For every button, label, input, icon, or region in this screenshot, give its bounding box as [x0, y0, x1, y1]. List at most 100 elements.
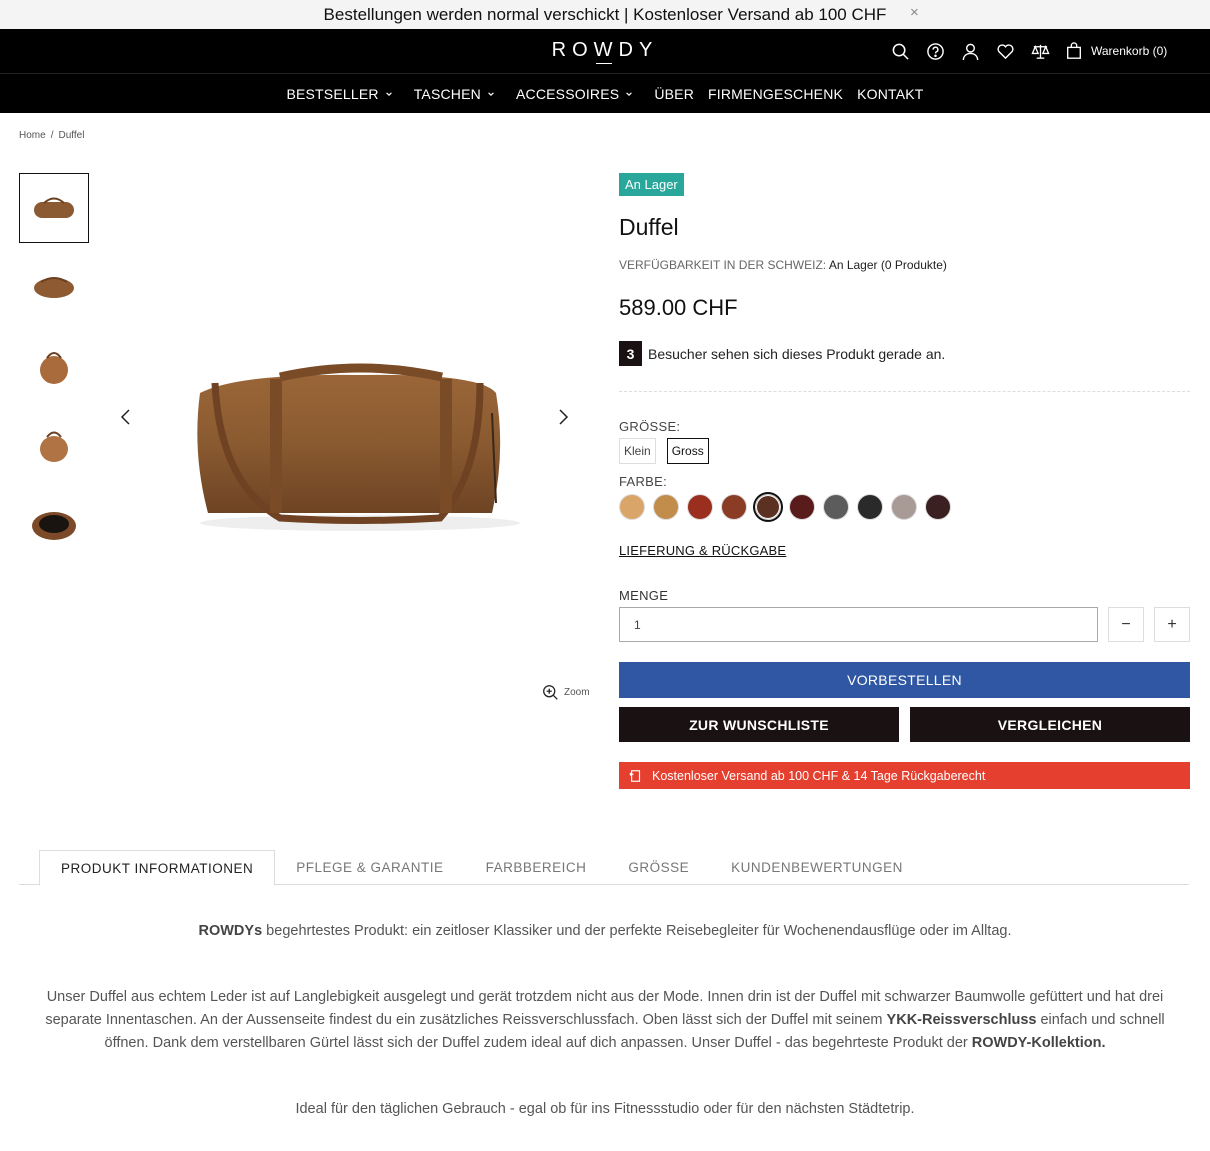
size-label: GRÖSSE: [619, 419, 681, 434]
tab-groesse[interactable]: GRÖSSE [607, 850, 710, 885]
cart-label: Warenkorb (0) [1091, 44, 1168, 58]
description-outro: Ideal für den täglichen Gebrauch - egal … [295, 1101, 915, 1117]
quantity-label: MENGE [619, 588, 669, 603]
compare-button[interactable]: VERGLEICHEN [910, 707, 1190, 742]
product-price: 589.00 CHF [619, 295, 738, 320]
nav-item-bestseller[interactable]: BESTSELLER [286, 86, 392, 102]
stock-badge: An Lager [619, 173, 684, 196]
size-option-gross[interactable]: Gross [666, 438, 709, 464]
availability-label: VERFÜGBARKEIT IN DER SCHWEIZ: [619, 258, 827, 272]
nav-item-kontakt[interactable]: KONTAKT [857, 86, 923, 102]
size-selector: Klein Gross [619, 438, 1190, 464]
description-main: Unser Duffel aus echtem Leder ist auf La… [19, 986, 1191, 1055]
close-icon[interactable]: × [910, 4, 919, 21]
availability-value: An Lager (0 Produkte) [828, 258, 947, 272]
chevron-down-icon [488, 91, 494, 96]
nav-item-accessoires[interactable]: ACCESSOIRES [516, 86, 633, 102]
return-icon [629, 769, 641, 782]
color-swatch-4[interactable] [721, 494, 747, 520]
thumbnail-list [19, 173, 89, 568]
intro-text: begehrtestes Produkt: ein zeitloser Klas… [262, 923, 1012, 939]
header-icons: Warenkorb (0) [890, 29, 1167, 73]
color-label: FARBE: [619, 474, 668, 489]
zoom-button[interactable]: Zoom [542, 684, 590, 701]
cart-button[interactable]: Warenkorb (0) [1065, 42, 1167, 60]
color-swatch-2[interactable] [653, 494, 679, 520]
nav-label: ACCESSOIRES [515, 85, 620, 102]
color-swatches [619, 494, 1190, 520]
chevron-down-icon [385, 91, 392, 96]
breadcrumb-current[interactable]: Duffel [58, 130, 84, 141]
logo-underline [596, 63, 612, 64]
thumbnail-1[interactable] [19, 173, 89, 243]
minus-button[interactable]: − [1108, 607, 1144, 642]
tab-farbbereich[interactable]: FARBBEREICH [465, 850, 608, 885]
breadcrumb: Home / Duffel [19, 130, 84, 141]
zoom-in-icon [543, 685, 558, 700]
announcement-text: Bestellungen werden normal verschickt | … [323, 4, 887, 24]
product-description: ROWDYs begehrtestes Produkt: ein zeitlos… [19, 920, 1191, 1151]
main-product-image[interactable]: Zoom [110, 173, 590, 700]
divider [619, 391, 1190, 392]
quantity-stepper: − + [619, 607, 1190, 642]
search-icon[interactable] [890, 41, 910, 61]
help-icon[interactable] [925, 41, 945, 61]
visitor-counter: 3 Besucher sehen sich dieses Produkt ger… [619, 341, 1190, 366]
duffel-bag-image [197, 363, 520, 531]
heart-icon[interactable] [995, 41, 1015, 61]
tab-kundenbewertungen[interactable]: KUNDENBEWERTUNGEN [710, 850, 924, 885]
product-tabs: PRODUKT INFORMATIONEN PFLEGE & GARANTIE … [19, 850, 1189, 886]
nav-label: TASCHEN [413, 85, 481, 102]
thumbnail-2[interactable] [19, 252, 89, 322]
brand-name: ROWDYs [198, 923, 263, 939]
shipping-text: Kostenloser Versand ab 100 CHF & 14 Tage… [652, 768, 986, 783]
color-swatch-1[interactable] [619, 494, 645, 520]
color-swatch-6[interactable] [789, 494, 815, 520]
announcement-bar: Bestellungen werden normal verschickt | … [0, 0, 1210, 29]
main-nav: BESTSELLER TASCHEN ACCESSOIRES ÜBER FIRM… [0, 73, 1210, 113]
nav-label: FIRMENGESCHENK [708, 85, 844, 102]
color-swatch-8[interactable] [857, 494, 883, 520]
nav-label: BESTSELLER [286, 85, 379, 102]
thumbnail-5[interactable] [19, 489, 89, 559]
chevron-left-icon[interactable] [116, 407, 136, 427]
shipping-banner: Kostenloser Versand ab 100 CHF & 14 Tage… [619, 762, 1190, 789]
secondary-buttons: ZUR WUNSCHLISTE VERGLEICHEN [619, 707, 1190, 742]
nav-item-taschen[interactable]: TASCHEN [414, 86, 495, 102]
tab-pflege-garantie[interactable]: PFLEGE & GARANTIE [275, 850, 464, 885]
size-option-klein[interactable]: Klein [619, 438, 656, 464]
chevron-right-icon[interactable] [553, 407, 573, 427]
color-swatch-7[interactable] [823, 494, 849, 520]
zoom-label: Zoom [564, 687, 590, 698]
thumbnail-4[interactable] [19, 410, 89, 480]
product-title: Duffel [619, 214, 679, 240]
thumbnail-3[interactable] [19, 331, 89, 401]
delivery-link[interactable]: LIEFERUNG & RÜCKGABE [619, 543, 786, 558]
plus-button[interactable]: + [1154, 607, 1190, 642]
header: ROWDY Warenkorb (0) [0, 29, 1210, 73]
nav-item-firmengeschenk[interactable]: FIRMENGESCHENK [708, 86, 843, 102]
description-intro: ROWDYs begehrtestes Produkt: ein zeitlos… [19, 920, 1191, 943]
collection-name: ROWDY-Kollektion. [971, 1035, 1106, 1051]
visitor-text: Besucher sehen sich dieses Produkt gerad… [648, 345, 946, 362]
preorder-button[interactable]: VORBESTELLEN [619, 662, 1190, 698]
zipper-name: YKK-Reissverschluss [886, 1012, 1037, 1028]
nav-item-ueber[interactable]: ÜBER [654, 86, 694, 102]
color-swatch-3[interactable] [687, 494, 713, 520]
nav-label: KONTAKT [857, 85, 924, 102]
bag-icon [1067, 42, 1081, 59]
color-swatch-9[interactable] [891, 494, 917, 520]
account-icon[interactable] [960, 41, 980, 61]
tab-produkt-informationen[interactable]: PRODUKT INFORMATIONEN [39, 850, 276, 886]
availability: VERFÜGBARKEIT IN DER SCHWEIZ: An Lager (… [619, 258, 1190, 272]
color-swatch-10[interactable] [925, 494, 951, 520]
wishlist-button[interactable]: ZUR WUNSCHLISTE [619, 707, 899, 742]
color-swatch-5[interactable] [755, 494, 781, 520]
product-info: An Lager Duffel VERFÜGBARKEIT IN DER SCH… [619, 173, 1190, 789]
breadcrumb-home[interactable]: Home [19, 130, 46, 141]
quantity-input[interactable] [619, 607, 1098, 642]
visitor-count: 3 [619, 341, 642, 366]
breadcrumb-separator: / [50, 130, 54, 141]
chevron-down-icon [626, 91, 633, 96]
compare-icon[interactable] [1030, 41, 1050, 61]
